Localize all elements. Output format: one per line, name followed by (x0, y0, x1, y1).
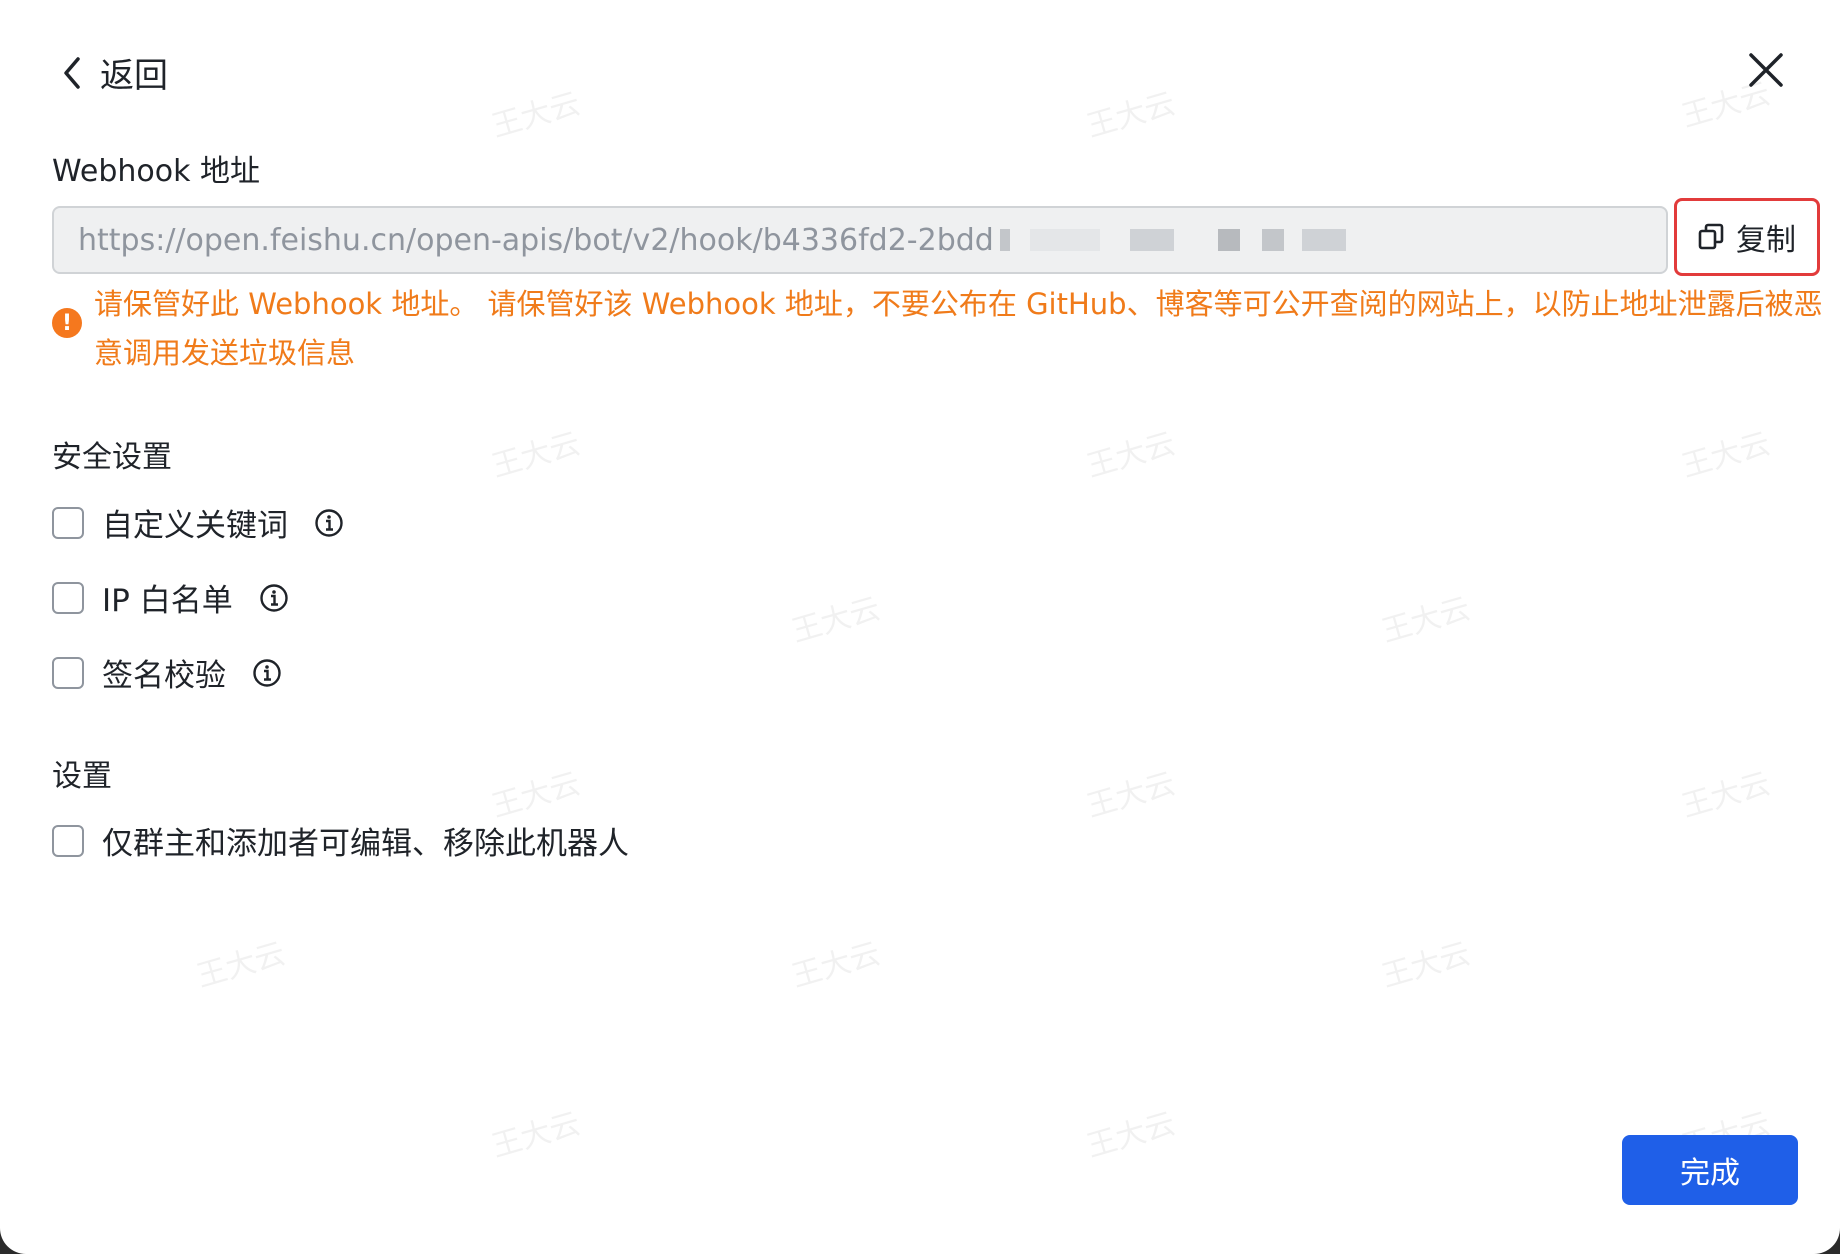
watermark-layer: 王大云 王大云 王大云 王大云 王大云 王大云 王大云 王大云 王大云 王大云 … (0, 0, 1840, 1254)
watermark: 王大云 (487, 86, 585, 145)
watermark: 王大云 (787, 936, 885, 995)
webhook-url-field[interactable]: https://open.feishu.cn/open-apis/bot/v2/… (52, 206, 1668, 274)
webhook-settings-dialog: 王大云 王大云 王大云 王大云 王大云 王大云 王大云 王大云 王大云 王大云 … (0, 0, 1840, 1254)
copy-label: 复制 (1736, 223, 1796, 258)
watermark: 王大云 (487, 766, 585, 825)
done-button[interactable]: 完成 (1622, 1135, 1798, 1205)
close-icon (1749, 53, 1783, 87)
close-button[interactable] (1746, 50, 1786, 90)
webhook-title: Webhook 地址 (52, 154, 261, 189)
checkbox-label: 签名校验 (102, 658, 226, 694)
chevron-left-icon (64, 56, 80, 89)
watermark: 王大云 (487, 426, 585, 485)
warning-icon: ! (52, 308, 82, 338)
webhook-url-text: https://open.feishu.cn/open-apis/bot/v2/… (78, 222, 994, 258)
copy-icon (1698, 223, 1724, 250)
checkbox-label: 自定义关键词 (102, 508, 288, 544)
checkbox-label: IP 白名单 (102, 583, 233, 619)
checkbox-label: 仅群主和添加者可编辑、移除此机器人 (102, 826, 629, 862)
watermark: 王大云 (192, 936, 290, 995)
warning-text: 请保管好此 Webhook 地址。 请保管好该 Webhook 地址，不要公布在… (94, 287, 1823, 370)
watermark: 王大云 (787, 591, 885, 650)
checkbox[interactable] (52, 656, 84, 689)
watermark: 王大云 (1082, 426, 1180, 485)
watermark: 王大云 (1377, 591, 1475, 650)
watermark: 王大云 (487, 1106, 585, 1165)
watermark: 王大云 (1082, 766, 1180, 825)
back-label: 返回 (100, 56, 168, 96)
copy-button[interactable]: 复制 (1674, 198, 1820, 276)
checkbox-ip-whitelist[interactable]: IP 白名单 (52, 575, 289, 620)
checkbox[interactable] (52, 506, 84, 539)
watermark: 王大云 (1377, 936, 1475, 995)
redacted-url-part (998, 229, 1346, 251)
settings-title: 设置 (52, 759, 112, 794)
watermark: 王大云 (1082, 1106, 1180, 1165)
watermark: 王大云 (1677, 766, 1775, 825)
checkbox[interactable] (52, 824, 84, 857)
info-icon[interactable] (259, 583, 289, 613)
back-button[interactable]: 返回 (58, 48, 168, 97)
checkbox-custom-keyword[interactable]: 自定义关键词 (52, 500, 344, 545)
checkbox-signature-verification[interactable]: 签名校验 (52, 650, 282, 695)
checkbox[interactable] (52, 581, 84, 614)
info-icon[interactable] (314, 508, 344, 538)
security-settings-title: 安全设置 (52, 440, 172, 475)
info-icon[interactable] (252, 658, 282, 688)
watermark: 王大云 (1082, 86, 1180, 145)
checkbox-owner-only-edit[interactable]: 仅群主和添加者可编辑、移除此机器人 (52, 818, 629, 863)
watermark: 王大云 (1677, 426, 1775, 485)
